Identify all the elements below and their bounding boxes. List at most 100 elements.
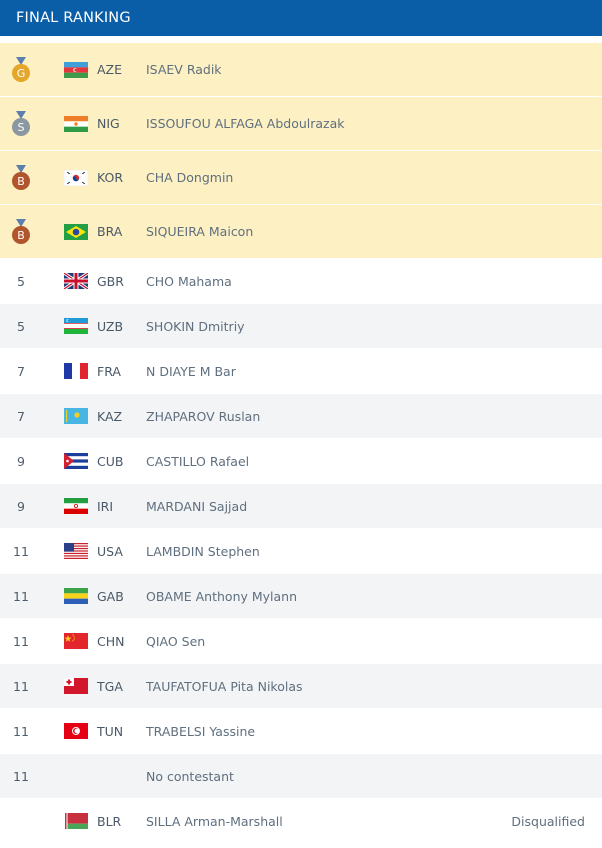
rank-cell: S <box>0 110 42 137</box>
rank-number: 7 <box>17 363 25 379</box>
country-code: GBR <box>97 273 124 289</box>
cub-flag-icon <box>64 453 88 469</box>
gab-flag-icon <box>64 588 88 604</box>
ranking-row: 11 No contestant <box>0 754 602 799</box>
ranking-row[interactable]: B KOR CHA Dongmin <box>0 151 602 205</box>
country-code: CHN <box>97 633 125 649</box>
country-code: NIG <box>97 116 120 131</box>
blr-flag-icon <box>64 813 88 829</box>
athlete-name[interactable]: QIAO Sen <box>146 634 205 649</box>
country-code: GAB <box>97 588 124 604</box>
athlete-name[interactable]: MARDANI Sajjad <box>146 499 247 514</box>
rank-cell: 5 <box>0 319 42 334</box>
ranking-row[interactable]: B BRA SIQUEIRA Maicon <box>0 205 602 259</box>
country-code: TGA <box>97 678 123 694</box>
ranking-row[interactable]: S NIG ISSOUFOU ALFAGA Abdoulrazak <box>0 97 602 151</box>
fra-flag-icon <box>64 363 88 379</box>
rank-cell: 9 <box>0 499 42 514</box>
kaz-flag-icon <box>64 408 88 424</box>
athlete-name[interactable]: N DIAYE M Bar <box>146 364 236 379</box>
rank-cell: 11 <box>0 769 42 784</box>
ranking-list: G AZE ISAEV Radik S NIG ISSOUFOU ALFAGA … <box>0 43 602 844</box>
ranking-row[interactable]: G AZE ISAEV Radik <box>0 43 602 97</box>
athlete-name[interactable]: CHA Dongmin <box>146 170 233 185</box>
rank-cell: B <box>0 164 42 191</box>
ranking-row[interactable]: 11 USA LAMBDIN Stephen <box>0 529 602 574</box>
ranking-row[interactable]: BLR SILLA Arman-Marshall Disqualified <box>0 799 602 844</box>
bra-flag-icon <box>64 223 88 240</box>
rank-number: 11 <box>13 723 29 739</box>
ranking-row[interactable]: 11 CHN QIAO Sen <box>0 619 602 664</box>
rank-cell: 5 <box>0 274 42 289</box>
rank-number: 5 <box>17 318 25 334</box>
iri-flag-icon <box>64 498 88 514</box>
disqualified-label: Disqualified <box>511 813 585 829</box>
ranking-row[interactable]: 9 IRI MARDANI Sajjad <box>0 484 602 529</box>
header-gap <box>0 36 602 43</box>
medal-letter: S <box>18 121 25 134</box>
silver-medal-icon: S <box>12 110 30 136</box>
rank-cell: G <box>0 56 42 83</box>
kor-flag-icon <box>64 169 88 186</box>
athlete-name[interactable]: ISAEV Radik <box>146 62 222 77</box>
athlete-name[interactable]: LAMBDIN Stephen <box>146 544 260 559</box>
athlete-name[interactable]: SIQUEIRA Maicon <box>146 224 253 239</box>
rank-cell: 11 <box>0 544 42 559</box>
country-code: USA <box>97 543 123 559</box>
athlete-name[interactable]: TRABELSI Yassine <box>146 724 255 739</box>
medal-letter: B <box>17 229 25 242</box>
rank-number: 11 <box>13 588 29 604</box>
athlete-name: No contestant <box>146 768 234 784</box>
rank-cell: 11 <box>0 634 42 649</box>
chn-flag-icon <box>64 633 88 649</box>
usa-flag-icon <box>64 543 88 559</box>
athlete-name[interactable]: CHO Mahama <box>146 274 232 289</box>
ranking-row[interactable]: 5 GBR CHO Mahama <box>0 259 602 304</box>
rank-number: 11 <box>13 678 29 694</box>
page-title: FINAL RANKING <box>16 10 131 26</box>
rank-number: 7 <box>17 408 25 424</box>
ranking-row[interactable]: 11 TGA TAUFATOFUA Pita Nikolas <box>0 664 602 709</box>
ranking-row[interactable]: 11 TUN TRABELSI Yassine <box>0 709 602 754</box>
country-code: AZE <box>97 62 123 77</box>
rank-number: 5 <box>17 273 25 289</box>
gold-medal-icon: G <box>12 56 30 82</box>
athlete-name[interactable]: TAUFATOFUA Pita Nikolas <box>146 679 303 694</box>
rank-cell: 11 <box>0 679 42 694</box>
ranking-row[interactable]: 7 FRA N DIAYE M Bar <box>0 349 602 394</box>
athlete-name[interactable]: OBAME Anthony Mylann <box>146 589 297 604</box>
bronze-medal-icon: B <box>12 164 30 190</box>
gbr-flag-icon <box>64 273 88 289</box>
athlete-name[interactable]: SHOKIN Dmitriy <box>146 319 245 334</box>
ranking-header: FINAL RANKING <box>0 0 602 36</box>
rank-cell: 11 <box>0 589 42 604</box>
ranking-row[interactable]: 5 UZB SHOKIN Dmitriy <box>0 304 602 349</box>
rank-cell: 9 <box>0 454 42 469</box>
athlete-name[interactable]: CASTILLO Rafael <box>146 454 249 469</box>
rank-cell: 7 <box>0 364 42 379</box>
country-code: BLR <box>97 813 122 829</box>
nig-flag-icon <box>64 115 88 132</box>
rank-number: 11 <box>13 543 29 559</box>
country-code: IRI <box>97 498 114 514</box>
rank-cell: B <box>0 218 42 245</box>
medal-letter: G <box>17 67 26 80</box>
rank-number: 11 <box>13 768 29 784</box>
ranking-row[interactable]: 7 KAZ ZHAPAROV Ruslan <box>0 394 602 439</box>
tun-flag-icon <box>64 723 88 739</box>
country-code: FRA <box>97 363 121 379</box>
ranking-row[interactable]: 9 CUB CASTILLO Rafael <box>0 439 602 484</box>
rank-cell: 7 <box>0 409 42 424</box>
rank-number: 11 <box>13 633 29 649</box>
country-code: KOR <box>97 170 124 185</box>
ranking-row[interactable]: 11 GAB OBAME Anthony Mylann <box>0 574 602 619</box>
rank-number: 9 <box>17 498 25 514</box>
athlete-name[interactable]: SILLA Arman-Marshall <box>146 814 283 829</box>
tga-flag-icon <box>64 678 88 694</box>
athlete-name[interactable]: ISSOUFOU ALFAGA Abdoulrazak <box>146 116 345 131</box>
country-code: CUB <box>97 453 124 469</box>
athlete-name[interactable]: ZHAPAROV Ruslan <box>146 409 260 424</box>
aze-flag-icon <box>64 61 88 78</box>
country-code: KAZ <box>97 408 123 424</box>
bronze-medal-icon: B <box>12 218 30 244</box>
